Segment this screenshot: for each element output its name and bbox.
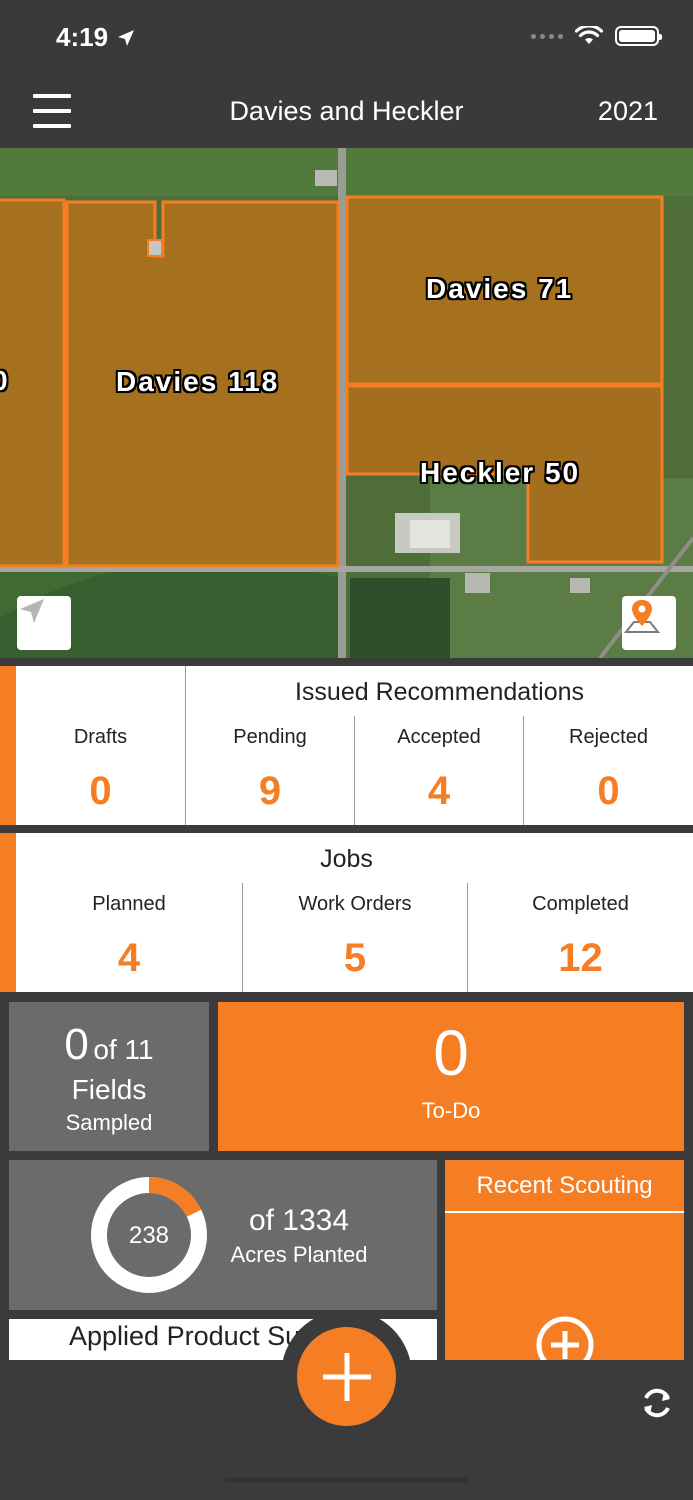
todo-tile[interactable]: 0 To-Do xyxy=(218,1002,684,1151)
work-orders-stat[interactable]: Work Orders 5 xyxy=(243,833,467,992)
location-arrow-icon xyxy=(20,599,44,623)
pending-stat[interactable]: Pending 9 xyxy=(186,666,354,825)
sampled-total: of 11 xyxy=(93,1034,154,1065)
field-label-edge: 0 xyxy=(0,365,10,397)
map-layers-button[interactable] xyxy=(622,596,676,650)
battery-icon xyxy=(615,26,662,46)
recent-scouting-title: Recent Scouting xyxy=(476,1172,653,1199)
rejected-stat[interactable]: Rejected 0 xyxy=(524,666,693,825)
cellular-signal-icon xyxy=(531,33,563,39)
planned-stat[interactable]: Planned 4 xyxy=(16,833,242,992)
map-background xyxy=(0,148,693,658)
planted-total: of 1334 xyxy=(248,1204,350,1237)
field-label-heckler-50[interactable]: Heckler 50 xyxy=(420,457,580,489)
sampled-count: 0 xyxy=(64,1020,89,1069)
todo-count: 0 xyxy=(433,1017,469,1089)
completed-stat[interactable]: Completed 12 xyxy=(468,833,693,992)
wifi-icon xyxy=(575,26,603,44)
recent-scouting-tile[interactable]: Recent Scouting xyxy=(445,1160,684,1360)
sampled-label: Sampled xyxy=(65,1110,153,1135)
plus-icon xyxy=(322,1352,371,1401)
accepted-stat[interactable]: Accepted 4 xyxy=(355,666,523,825)
fields-sampled-tile[interactable]: 0 of 11 Fields Sampled xyxy=(9,1002,209,1151)
location-arrow-icon xyxy=(118,30,135,46)
add-button[interactable] xyxy=(297,1327,396,1426)
current-location-button[interactable] xyxy=(17,596,71,650)
map-pin-icon xyxy=(623,600,661,633)
field-label-davies-71[interactable]: Davies 71 xyxy=(426,273,573,305)
sync-icon[interactable] xyxy=(637,1383,677,1423)
status-time: 4:19 xyxy=(56,22,135,53)
home-indicator xyxy=(225,1477,470,1483)
add-scouting-icon[interactable] xyxy=(535,1315,595,1360)
field-map[interactable]: 0 Davies 118 Davies 71 Heckler 50 xyxy=(0,148,693,658)
recommendations-card: Issued Recommendations Drafts 0 Pending … xyxy=(0,666,693,825)
acres-planted-tile[interactable]: 238 of 1334 Acres Planted xyxy=(9,1160,437,1310)
acres-planted-label: Acres Planted xyxy=(230,1242,368,1267)
planted-acres-value: 238 xyxy=(128,1222,170,1249)
field-label-davies-118[interactable]: Davies 118 xyxy=(116,366,279,398)
status-bar: 4:19 xyxy=(0,0,693,74)
drafts-stat[interactable]: Drafts 0 xyxy=(16,666,185,825)
todo-label: To-Do xyxy=(421,1098,481,1123)
fields-label: Fields xyxy=(71,1074,147,1105)
season-year[interactable]: 2021 xyxy=(598,96,658,127)
farm-title[interactable]: Davies and Heckler xyxy=(0,96,693,127)
nav-bar: Davies and Heckler 2021 xyxy=(0,74,693,148)
jobs-card: Jobs Planned 4 Work Orders 5 Completed 1… xyxy=(0,833,693,992)
